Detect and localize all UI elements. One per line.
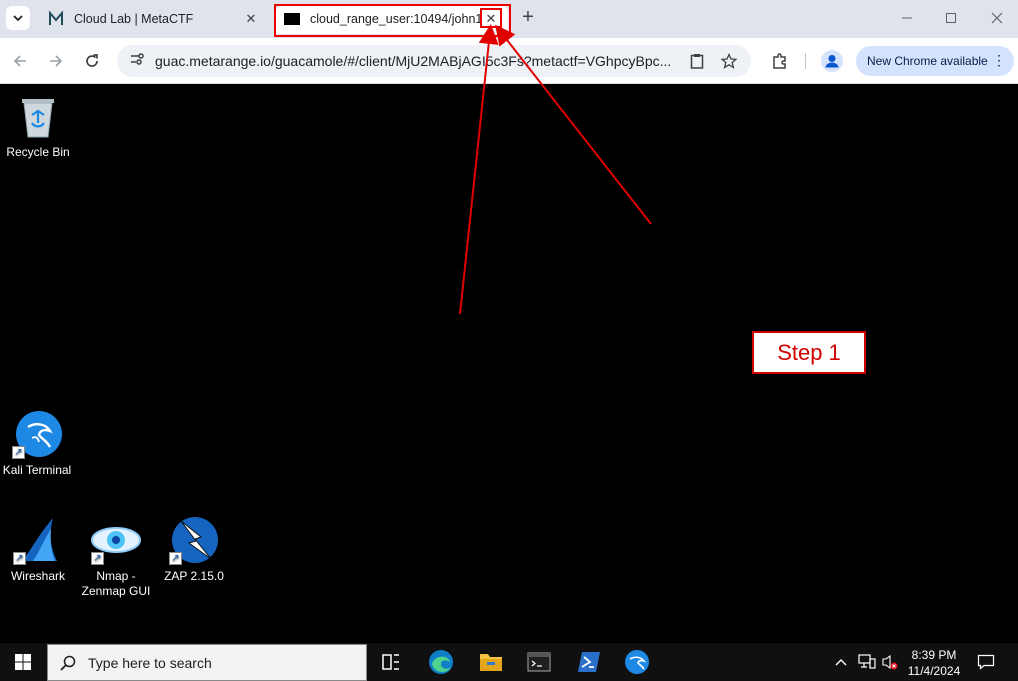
address-bar[interactable]: guac.metarange.io/guacamole/#/client/MjU… <box>117 45 751 77</box>
volume-muted-icon[interactable] <box>880 643 900 681</box>
zenmap-icon: ↗ <box>91 515 141 565</box>
close-tab-icon[interactable]: ✕ <box>242 10 260 28</box>
close-window-icon[interactable] <box>982 6 1012 30</box>
active-tab-highlight-box <box>274 4 511 37</box>
step-label: Step 1 <box>752 331 866 374</box>
windows-taskbar: Type here to search 8:39 PM 11/4/2024 <box>0 643 1018 681</box>
reload-icon[interactable] <box>80 49 104 73</box>
more-menu-icon[interactable]: ⋮ <box>992 52 1006 68</box>
start-button[interactable] <box>0 643 46 681</box>
powershell-icon[interactable] <box>576 649 602 675</box>
chevron-down-icon <box>13 15 23 22</box>
recycle-bin-icon <box>13 91 63 141</box>
tab-search-button[interactable] <box>6 6 30 30</box>
desktop-icon-recycle-bin[interactable]: Recycle Bin <box>0 91 77 160</box>
maximize-icon[interactable] <box>936 6 966 30</box>
clipboard-icon[interactable] <box>687 51 707 71</box>
new-chrome-available-button[interactable]: New Chrome available ⋮ <box>856 46 1014 76</box>
desktop-icon-wireshark[interactable]: ↗ Wireshark <box>0 515 77 584</box>
shortcut-arrow-icon: ↗ <box>169 552 182 565</box>
update-button-label: New Chrome available <box>867 54 988 68</box>
desktop-icon-label: Wireshark <box>10 569 65 583</box>
search-placeholder: Type here to search <box>88 654 212 671</box>
desktop-icon-label: ZAP 2.15.0 <box>164 569 224 583</box>
back-arrow-icon[interactable] <box>8 49 32 73</box>
clock-time: 8:39 PM <box>911 648 957 662</box>
desktop-icon-kali-terminal[interactable]: ↗ Kali Terminal <box>0 409 76 478</box>
file-explorer-icon[interactable] <box>478 649 504 675</box>
forward-arrow-icon[interactable] <box>44 49 68 73</box>
bookmark-star-icon[interactable] <box>719 51 739 71</box>
url-text[interactable]: guac.metarange.io/guacamole/#/client/MjU… <box>155 53 675 69</box>
shortcut-arrow-icon: ↗ <box>91 552 104 565</box>
desktop-icon-label: Kali Terminal <box>2 463 72 477</box>
browser-toolbar: guac.metarange.io/guacamole/#/client/MjU… <box>0 38 1018 84</box>
wireshark-icon: ↗ <box>13 515 63 565</box>
terminal-icon[interactable] <box>526 649 552 675</box>
new-tab-button[interactable]: + <box>518 7 538 28</box>
profile-avatar-icon[interactable] <box>820 49 844 73</box>
task-view-icon[interactable] <box>378 649 404 675</box>
edge-icon[interactable] <box>428 649 454 675</box>
extensions-puzzle-icon[interactable] <box>768 49 792 73</box>
shortcut-arrow-icon: ↗ <box>13 552 26 565</box>
metactf-icon <box>48 11 64 27</box>
tab-title: Cloud Lab | MetaCTF <box>74 12 194 26</box>
desktop-icon-label: Recycle Bin <box>6 145 70 159</box>
search-icon <box>60 655 76 671</box>
clock-date: 11/4/2024 <box>907 664 961 678</box>
notifications-icon[interactable] <box>974 643 998 681</box>
desktop-icon-label: Nmap - Zenmap GUI <box>81 569 151 598</box>
desktop-icon-zap[interactable]: ↗ ZAP 2.15.0 <box>155 515 233 584</box>
show-hidden-icons-chevron-icon[interactable] <box>832 643 850 681</box>
tab-metactf[interactable]: Cloud Lab | MetaCTF ✕ <box>40 4 268 34</box>
kali-icon[interactable] <box>624 649 650 675</box>
taskbar-search-box[interactable]: Type here to search <box>47 644 367 681</box>
shortcut-arrow-icon: ↗ <box>12 446 25 459</box>
toolbar-divider <box>805 53 806 69</box>
close-button-highlight-box <box>480 8 502 28</box>
minimize-icon[interactable] <box>892 6 922 30</box>
site-settings-icon[interactable] <box>129 51 145 72</box>
windows-logo-icon <box>15 654 31 670</box>
zap-icon: ↗ <box>169 515 219 565</box>
system-clock[interactable]: 8:39 PM 11/4/2024 <box>900 647 968 679</box>
network-icon[interactable] <box>856 643 878 681</box>
kali-icon: ↗ <box>12 409 62 459</box>
desktop-icon-zenmap[interactable]: ↗ Nmap - Zenmap GUI <box>77 515 155 599</box>
